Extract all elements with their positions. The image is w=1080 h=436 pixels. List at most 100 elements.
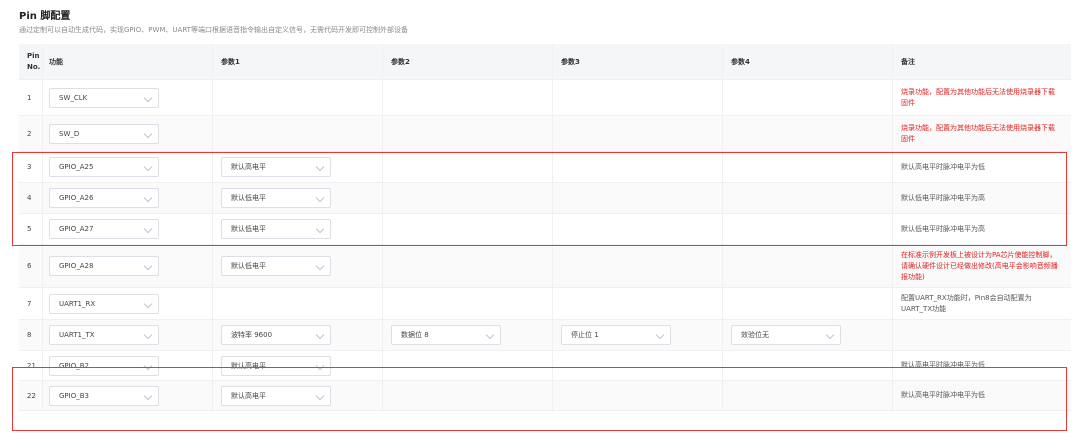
- chevron-down-icon: [143, 93, 153, 102]
- param4-cell: [723, 381, 893, 410]
- chevron-down-icon: [655, 330, 665, 340]
- param4-cell: [723, 351, 893, 380]
- function-value: UART1_TX: [59, 331, 95, 339]
- param1-value: 默认高电平: [231, 361, 266, 370]
- param4-cell: [723, 183, 893, 213]
- param1-select[interactable]: 默认高电平: [221, 157, 331, 177]
- param3-select[interactable]: 停止位 1: [561, 325, 671, 345]
- function-value: GPIO_A28: [59, 262, 94, 270]
- param4-value: 效验位无: [741, 331, 769, 339]
- chevron-down-icon: [315, 361, 325, 370]
- function-value: GPIO_A25: [59, 163, 94, 171]
- param3-cell: 停止位 1: [553, 320, 723, 350]
- param3-cell: [553, 288, 723, 319]
- param1-select[interactable]: 默认低电平: [221, 188, 331, 208]
- param1-cell: 默认高电平: [213, 152, 383, 182]
- function-select[interactable]: UART1_TX: [49, 325, 159, 345]
- header-param2: 参数2: [383, 44, 553, 79]
- function-cell: UART1_TX: [43, 320, 213, 350]
- pin-number: 2: [19, 116, 43, 151]
- function-select[interactable]: GPIO_A28: [49, 256, 159, 276]
- pin-number: 7: [19, 288, 43, 319]
- chevron-down-icon: [143, 224, 153, 234]
- function-cell: GPIO_B2: [43, 351, 213, 380]
- param2-cell: [383, 381, 553, 410]
- function-select[interactable]: GPIO_A26: [49, 188, 159, 208]
- param2-cell: [383, 152, 553, 182]
- param3-value: 停止位 1: [571, 331, 599, 339]
- chevron-down-icon: [825, 330, 835, 340]
- page-title: Pin 脚配置: [19, 11, 71, 22]
- table-row: 3 GPIO_A25 默认高电平 默认高电平时脉冲电平为低: [19, 152, 1071, 183]
- pin-number: 3: [19, 152, 43, 182]
- page-subtitle: 通过定制可以自动生成代码，实现GPIO、PWM、UART等端口根据语音指令输出自…: [19, 26, 408, 34]
- param4-cell: [723, 116, 893, 151]
- header-pin-no: Pin No.: [19, 44, 43, 79]
- function-value: GPIO_B3: [59, 391, 89, 400]
- param4-cell: [723, 80, 893, 115]
- note-text: 烧录功能，配置为其他功能后无法使用烧录器下载固件: [901, 123, 1055, 143]
- note-cell: 在标准示例开发板上被设计为PA芯片使能控制脚，请确认硬件设计已经做出修改(高电平…: [893, 245, 1071, 287]
- function-select[interactable]: SW_CLK: [49, 87, 159, 108]
- function-cell: SW_CLK: [43, 80, 213, 115]
- function-select[interactable]: GPIO_B2: [49, 355, 159, 376]
- function-select[interactable]: GPIO_A25: [49, 157, 159, 177]
- function-value: SW_D: [59, 129, 80, 138]
- param2-select[interactable]: 数据位 8: [391, 325, 501, 345]
- param4-select[interactable]: 效验位无: [731, 325, 841, 345]
- param2-cell: [383, 80, 553, 115]
- param1-cell: 默认高电平: [213, 351, 383, 380]
- note-cell: 烧录功能，配置为其他功能后无法使用烧录器下载固件: [893, 116, 1071, 151]
- header-note: 备注: [901, 57, 915, 66]
- function-cell: GPIO_B3: [43, 381, 213, 410]
- pin-number: 6: [19, 245, 43, 287]
- function-cell: GPIO_A25: [43, 152, 213, 182]
- param3-cell: [553, 80, 723, 115]
- param1-select[interactable]: 默认低电平: [221, 219, 331, 239]
- param3-cell: [553, 245, 723, 287]
- param1-cell: [213, 288, 383, 319]
- param1-select[interactable]: 默认高电平: [221, 355, 331, 376]
- param1-select[interactable]: 默认低电平: [221, 256, 331, 276]
- function-value: GPIO_B2: [59, 361, 89, 370]
- chevron-down-icon: [485, 330, 495, 340]
- param1-cell: [213, 80, 383, 115]
- header-param3: 参数3: [553, 44, 723, 79]
- function-select[interactable]: UART1_RX: [49, 293, 159, 314]
- table-row: 2 SW_D 烧录功能，配置为其他功能后无法使用烧录器下载固件: [19, 116, 1071, 152]
- note-cell: 默认低电平时脉冲电平为高: [893, 183, 1071, 213]
- param4-cell: 效验位无: [723, 320, 893, 350]
- param1-value: 波特率 9600: [231, 331, 273, 339]
- function-value: GPIO_A26: [59, 194, 94, 202]
- function-select[interactable]: SW_D: [49, 123, 159, 144]
- param3-cell: [553, 116, 723, 151]
- note-cell: 配置UART_RX功能时，Pin8会自动配置为UART_TX功能: [893, 288, 1071, 319]
- table-row: 5 GPIO_A27 默认低电平 默认低电平时脉冲电平为高: [19, 214, 1071, 245]
- param4-cell: [723, 288, 893, 319]
- function-select[interactable]: GPIO_A27: [49, 219, 159, 239]
- chevron-down-icon: [315, 391, 325, 400]
- chevron-down-icon: [143, 193, 153, 203]
- table-row: 1 SW_CLK 烧录功能，配置为其他功能后无法使用烧录器下载固件: [19, 80, 1071, 116]
- header-param1: 参数1: [213, 44, 383, 79]
- table-row: 6 GPIO_A28 默认低电平 在标准示例开发板上被设计为PA芯片使能控制脚，请确认…: [19, 245, 1071, 288]
- function-select[interactable]: GPIO_B3: [49, 385, 159, 406]
- note-text: 配置UART_RX功能时，Pin8会自动配置为UART_TX功能: [901, 293, 1032, 313]
- param1-select[interactable]: 波特率 9600: [221, 325, 331, 345]
- param1-value: 默认低电平: [231, 225, 266, 233]
- param1-select[interactable]: 默认高电平: [221, 385, 331, 406]
- param2-cell: [383, 351, 553, 380]
- pin-number: 4: [19, 183, 43, 213]
- param4-cell: [723, 245, 893, 287]
- function-cell: SW_D: [43, 116, 213, 151]
- chevron-down-icon: [315, 224, 325, 234]
- table-row: 4 GPIO_A26 默认低电平 默认低电平时脉冲电平为高: [19, 183, 1071, 214]
- chevron-down-icon: [143, 261, 153, 271]
- param3-cell: [553, 351, 723, 380]
- param1-cell: 默认低电平: [213, 183, 383, 213]
- chevron-down-icon: [143, 361, 153, 370]
- header-param4: 参数4: [723, 44, 893, 79]
- param1-cell: 默认高电平: [213, 381, 383, 410]
- param1-cell: 默认低电平: [213, 245, 383, 287]
- param3-cell: [553, 183, 723, 213]
